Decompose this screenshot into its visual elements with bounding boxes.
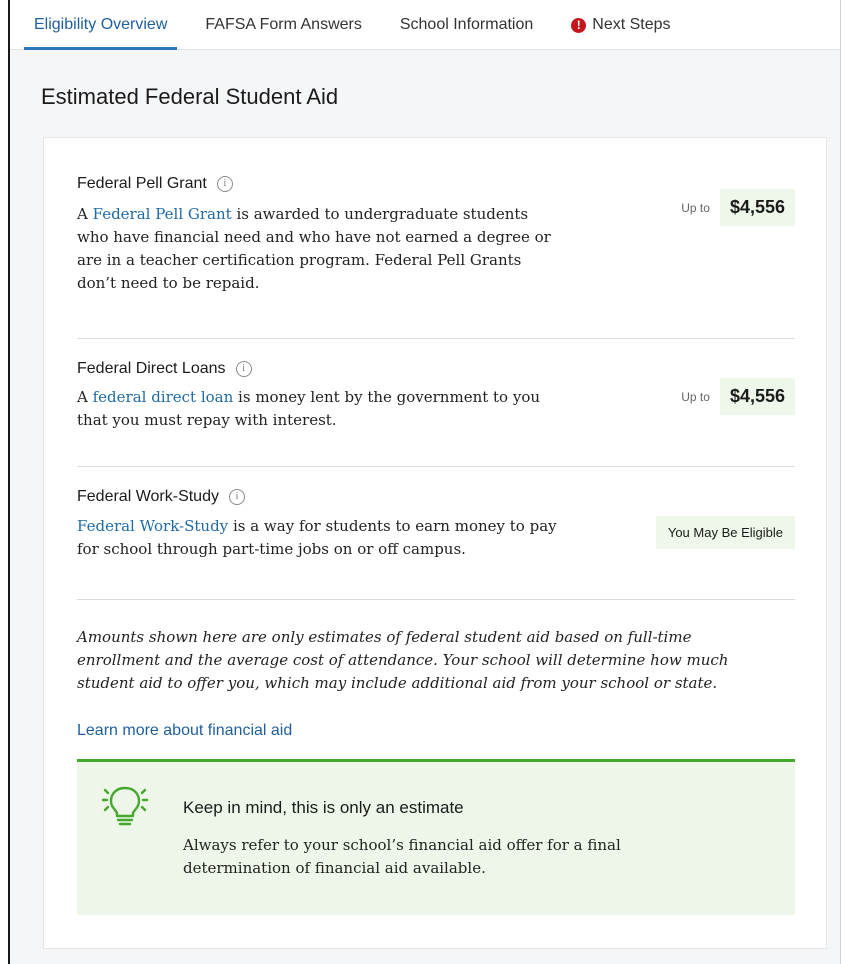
work-study-link[interactable]: Federal Work-Study [77,517,228,535]
tab-school-information[interactable]: School Information [390,0,543,50]
app-frame: Eligibility Overview FAFSA Form Answers … [8,0,841,964]
info-icon[interactable]: i [228,489,245,505]
tab-label: School Information [399,16,534,33]
page-title: Estimated Federal Student Aid [41,84,339,109]
up-to-label: Up to [681,389,710,404]
tab-label: Next Steps [592,16,671,33]
lightbulb-icon [99,778,151,835]
tab-eligibility-overview[interactable]: Eligibility Overview [24,0,178,50]
aid-title-text: Federal Work-Study [77,488,219,505]
up-to-label: Up to [681,200,710,215]
estimate-notice-title: Keep in mind, this is only an estimate [183,798,464,817]
estimate-notice: Keep in mind, this is only an estimate A… [77,759,795,915]
aid-item-title: Federal Direct Loans i [77,360,795,378]
aid-amount: $4,556 [719,189,795,226]
estimate-disclaimer: Amounts shown here are only estimates of… [77,628,729,692]
desc-prefix: A [77,205,93,223]
aid-card: Federal Pell Grant i A Federal Pell Gran… [43,137,827,949]
direct-loan-link[interactable]: federal direct loan [93,388,234,406]
info-icon[interactable]: i [235,361,252,377]
tab-label: Eligibility Overview [34,16,168,33]
aid-item-work-study: Federal Work-Study i Federal Work-Study … [77,488,795,600]
aid-item-pell-grant: Federal Pell Grant i A Federal Pell Gran… [77,175,795,339]
tab-bar: Eligibility Overview FAFSA Form Answers … [10,0,840,50]
amount-box: Up to $4,556 [681,378,795,415]
aid-title-text: Federal Pell Grant [77,175,207,192]
aid-amount: $4,556 [719,378,795,415]
alert-icon: ! [571,17,587,33]
aid-item-title: Federal Work-Study i [77,488,795,506]
learn-more-link[interactable]: Learn more about financial aid [77,722,292,740]
tab-fafsa-form-answers[interactable]: FAFSA Form Answers [195,0,371,50]
aid-description: Federal Work-Study is a way for students… [77,515,557,561]
amount-box: Up to $4,556 [681,189,795,226]
eligibility-badge: You May Be Eligible [655,516,795,549]
tab-next-steps[interactable]: ! Next Steps [561,0,680,50]
aid-title-text: Federal Direct Loans [77,360,226,377]
desc-prefix: A [77,388,93,406]
eligibility-box: You May Be Eligible [655,516,795,549]
aid-description: A Federal Pell Grant is awarded to under… [77,203,557,295]
tab-label: FAFSA Form Answers [205,16,362,33]
pell-grant-link[interactable]: Federal Pell Grant [93,205,232,223]
aid-description: A federal direct loan is money lent by t… [77,386,557,432]
estimate-notice-text: Always refer to your school’s financial … [183,836,621,877]
aid-item-direct-loans: Federal Direct Loans i A federal direct … [77,360,795,467]
info-icon[interactable]: i [216,176,233,192]
